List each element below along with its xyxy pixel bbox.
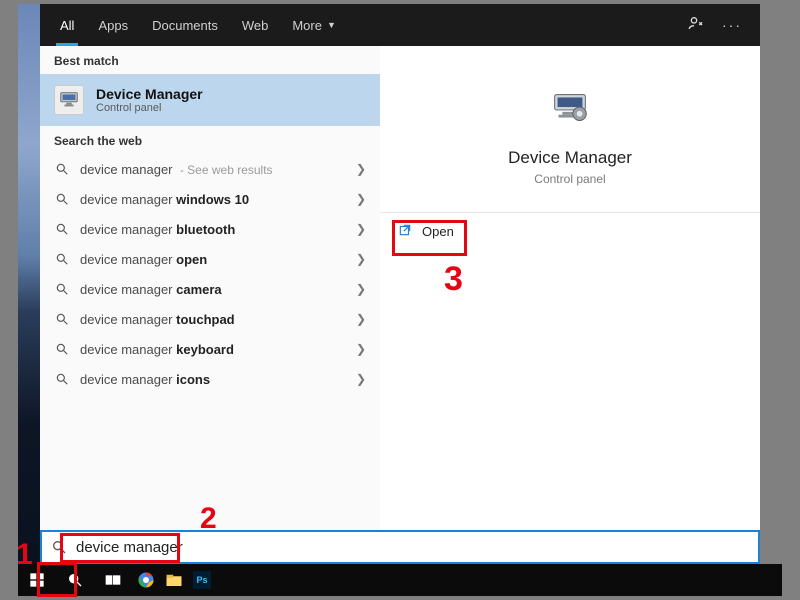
web-result-item[interactable]: device manager bluetooth ❯ <box>40 214 380 244</box>
web-result-item[interactable]: device manager touchpad ❯ <box>40 304 380 334</box>
taskbar-chrome-icon[interactable] <box>132 564 160 596</box>
search-tab-documents[interactable]: Documents <box>140 4 230 46</box>
web-result-text: device manager bluetooth <box>80 222 346 237</box>
chevron-right-icon: ❯ <box>356 312 366 326</box>
preview-pane: Device Manager Control panel Open <box>380 46 760 530</box>
search-icon <box>54 252 70 266</box>
web-result-text: device manager - See web results <box>80 162 346 177</box>
search-input[interactable] <box>76 533 758 561</box>
chevron-right-icon: ❯ <box>356 192 366 206</box>
taskbar-explorer-icon[interactable] <box>160 564 188 596</box>
web-result-text: device manager keyboard <box>80 342 346 357</box>
web-result-item[interactable]: device manager windows 10 ❯ <box>40 184 380 214</box>
search-web-label: Search the web <box>40 126 380 154</box>
web-result-item[interactable]: device manager icons ❯ <box>40 364 380 394</box>
search-icon <box>54 162 70 176</box>
search-tab-web[interactable]: Web <box>230 4 281 46</box>
search-tab-more[interactable]: More▼ <box>280 4 348 46</box>
best-match-subtitle: Control panel <box>96 102 203 114</box>
best-match-title: Device Manager <box>96 86 203 102</box>
search-icon <box>54 222 70 236</box>
start-search-panel: AllAppsDocumentsWebMore▼ ··· Best match … <box>40 4 760 530</box>
web-result-text: device manager camera <box>80 282 346 297</box>
search-tab-apps[interactable]: Apps <box>86 4 140 46</box>
chevron-right-icon: ❯ <box>356 282 366 296</box>
open-button[interactable]: Open <box>380 213 472 250</box>
taskbar-search-button[interactable] <box>56 564 94 596</box>
search-icon <box>54 312 70 326</box>
chevron-right-icon: ❯ <box>356 162 366 176</box>
chevron-right-icon: ❯ <box>356 252 366 266</box>
search-icon <box>42 539 76 555</box>
more-icon[interactable]: ··· <box>722 17 742 33</box>
chevron-right-icon: ❯ <box>356 222 366 236</box>
task-view-button[interactable] <box>94 564 132 596</box>
background-edge <box>760 4 782 564</box>
chevron-right-icon: ❯ <box>356 342 366 356</box>
results-column: Best match Device Manager Control panel … <box>40 46 380 530</box>
best-match-label: Best match <box>40 46 380 74</box>
device-manager-icon <box>54 85 84 115</box>
web-result-item[interactable]: device manager camera ❯ <box>40 274 380 304</box>
taskbar-photoshop-icon[interactable]: Ps <box>188 564 216 596</box>
web-result-item[interactable]: device manager open ❯ <box>40 244 380 274</box>
chevron-right-icon: ❯ <box>356 372 366 386</box>
preview-app-icon <box>544 82 596 134</box>
web-result-text: device manager touchpad <box>80 312 346 327</box>
web-result-item[interactable]: device manager - See web results ❯ <box>40 154 380 184</box>
preview-subtitle: Control panel <box>534 172 605 186</box>
preview-title: Device Manager <box>508 148 632 168</box>
search-tab-all[interactable]: All <box>48 4 86 46</box>
web-result-item[interactable]: device manager keyboard ❯ <box>40 334 380 364</box>
search-icon <box>54 372 70 386</box>
open-icon <box>398 223 412 240</box>
taskbar: Ps <box>18 564 782 596</box>
feedback-icon[interactable] <box>688 15 704 36</box>
search-icon <box>54 192 70 206</box>
open-label: Open <box>422 224 454 239</box>
start-button[interactable] <box>18 564 56 596</box>
search-input-bar[interactable] <box>40 530 760 564</box>
search-icon <box>54 342 70 356</box>
chevron-down-icon: ▼ <box>327 20 336 30</box>
web-result-text: device manager open <box>80 252 346 267</box>
web-result-text: device manager icons <box>80 372 346 387</box>
search-header: AllAppsDocumentsWebMore▼ ··· <box>40 4 760 46</box>
web-result-text: device manager windows 10 <box>80 192 346 207</box>
best-match-item[interactable]: Device Manager Control panel <box>40 74 380 126</box>
desktop-wallpaper <box>18 4 40 564</box>
search-icon <box>54 282 70 296</box>
